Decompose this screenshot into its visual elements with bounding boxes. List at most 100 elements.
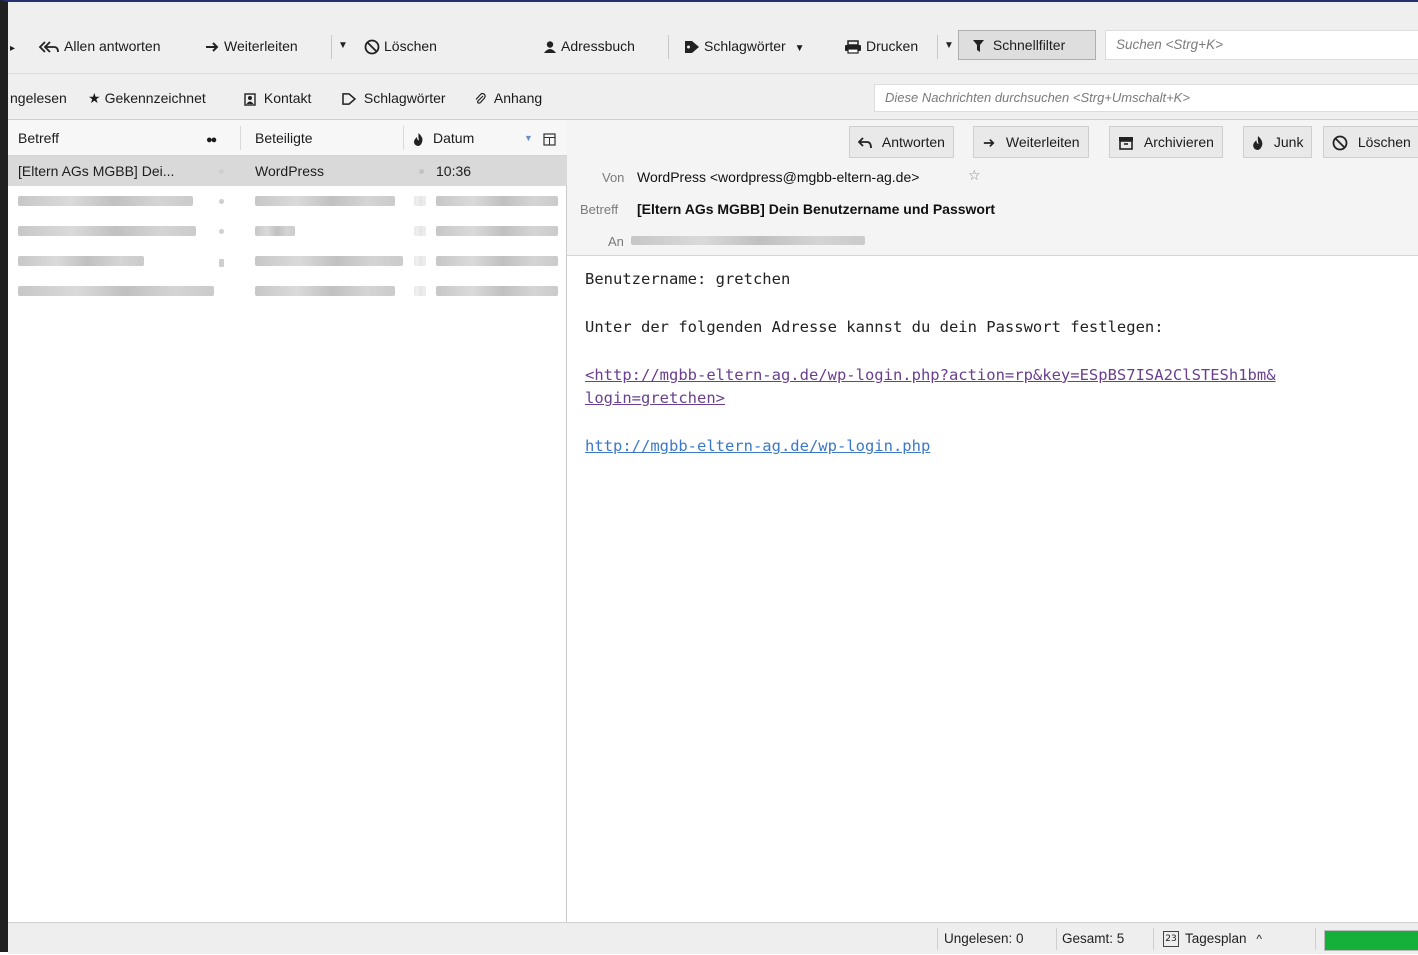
from-value[interactable]: WordPress <wordpress@mgbb-eltern-ag.de> [637,169,919,185]
print-button[interactable]: Drucken [844,32,918,60]
message-forward-label: Weiterleiten [1005,134,1080,150]
redacted-participants [255,256,403,266]
thread-row-redacted[interactable] [8,246,567,276]
flame-icon [413,130,424,146]
tags-label: Schlagwörter [704,38,786,54]
reset-password-link[interactable]: <http://mgbb-eltern-ag.de/wp-login.php?a… [585,366,1276,407]
calendar-day: 23 [1165,934,1177,945]
archive-icon [1118,134,1138,151]
status-bar: Ungelesen: 0 Gesamt: 5 23 Tagesplan ^ [8,922,1418,954]
filter-tags-button[interactable]: Schlagwörter [342,87,446,109]
login-link[interactable]: http://mgbb-eltern-ag.de/wp-login.php [585,437,930,455]
filter-attachment-label: Anhang [493,90,543,106]
activity-progress-fill [1325,931,1418,950]
filter-attachment-button[interactable]: Anhang [474,87,542,109]
column-thread-toggle[interactable]: ●● [206,120,217,156]
filter-search-placeholder: Diese Nachrichten durchsuchen <Strg+Umsc… [885,90,1190,105]
column-picker-icon [543,130,556,146]
to-label: An [608,234,624,249]
thread-row-redacted[interactable] [8,186,567,216]
thread-row-redacted[interactable] [8,216,567,246]
junk-status-dot[interactable] [419,169,424,174]
redacted-subject [18,286,214,296]
redacted-date [436,226,558,236]
reply-all-icon [38,32,60,60]
thread-icon: ●● [206,134,217,146]
reply-button[interactable]: Antworten [849,126,954,158]
read-status-dot [219,259,224,267]
quick-filter-label: Schnellfilter [992,37,1066,53]
column-picker-button[interactable] [543,120,556,156]
reply-all-button[interactable]: Allen antworten [38,32,161,60]
print-dropdown-button[interactable]: ▼ [944,32,954,60]
unread-count: Ungelesen: 0 [944,931,1024,946]
filter-contact-button[interactable]: Kontakt [244,87,311,109]
delete-button[interactable]: Löschen [364,32,437,60]
toolbar-separator [668,35,669,59]
column-subject[interactable]: Betreff [18,120,59,156]
redacted-status [414,226,426,236]
read-status-dot [219,229,224,234]
redacted-subject [18,196,193,206]
forward-button[interactable]: Weiterleiten [204,32,298,60]
message-delete-button[interactable]: Löschen [1323,126,1418,158]
address-book-label: Adressbuch [561,38,635,54]
quick-filter-button[interactable]: Schnellfilter [958,30,1096,60]
thread-list-header: Betreff ●● Beteiligte Datum ▼ [8,120,567,156]
tags-button[interactable]: Schlagwörter ▼ [684,32,805,60]
tag-icon [342,90,360,106]
thread-row[interactable]: [Eltern AGs MGBB] Dei... WordPress 10:36 [8,156,567,186]
filter-tags-label: Schlagwörter [363,90,446,106]
redacted-participants [255,226,295,236]
chevron-down-icon: ▼ [944,40,954,51]
reply-icon [858,134,876,150]
star-icon: ★ [88,90,101,106]
column-participants[interactable]: Beteiligte [255,120,313,156]
filter-unread-label: ngelesen [10,90,67,106]
filter-starred-button[interactable]: ★ Gekennzeichnet [88,87,206,109]
status-separator [1056,928,1057,950]
address-book-button[interactable]: Adressbuch [543,32,635,60]
status-separator [1315,928,1316,950]
thread-list: Betreff ●● Beteiligte Datum ▼ [Eltern AG… [8,120,567,922]
filter-contact-label: Kontakt [263,90,312,106]
global-search-placeholder: Suchen <Strg+K> [1116,37,1223,52]
thread-row-redacted[interactable] [8,276,567,306]
row-subject: [Eltern AGs MGBB] Dei... [18,163,175,179]
subject-value: [Eltern AGs MGBB] Dein Benutzername und … [637,201,996,217]
chevron-down-icon: ▼ [338,40,348,51]
status-separator [1153,928,1154,950]
contact-icon [244,90,260,106]
redacted-subject [18,226,196,236]
column-divider [240,126,241,150]
message-forward-button[interactable]: Weiterleiten [973,126,1089,158]
reply-all-label: Allen antworten [64,38,161,54]
delete-label: Löschen [384,38,437,54]
delete-icon [1332,134,1352,151]
filter-search-input[interactable]: Diese Nachrichten durchsuchen <Strg+Umsc… [874,84,1418,112]
calendar-icon: 23 [1163,931,1179,948]
address-book-icon [543,32,557,60]
chevron-up-icon: ^ [1256,932,1262,946]
junk-label: Junk [1273,134,1304,150]
global-search-input[interactable]: Suchen <Strg+K> [1105,30,1418,60]
today-pane-toggle[interactable]: 23 Tagesplan ^ [1163,923,1262,955]
archive-label: Archivieren [1143,134,1214,150]
overflow-button[interactable]: ▸ [10,32,15,60]
message-header: Antworten Weiterleiten Archivieren Junk [567,120,1418,256]
archive-button[interactable]: Archivieren [1109,126,1223,158]
redacted-date [436,286,558,296]
column-date[interactable]: Datum [433,120,474,156]
redacted-status [414,256,426,266]
printer-icon [844,32,862,60]
main-toolbar: ▸ Allen antworten Weiterleiten ▼ Löschen… [8,2,1418,74]
toolbar-separator [331,35,332,59]
star-outline-icon[interactable]: ☆ [968,167,981,184]
column-junk-status[interactable] [413,120,424,156]
forward-dropdown-button[interactable]: ▼ [338,32,348,60]
forward-arrow-icon [204,32,220,60]
filter-unread-button[interactable]: ngelesen [10,87,67,109]
status-separator [937,928,938,950]
junk-button[interactable]: Junk [1243,126,1313,158]
read-status-dot[interactable] [219,169,224,174]
